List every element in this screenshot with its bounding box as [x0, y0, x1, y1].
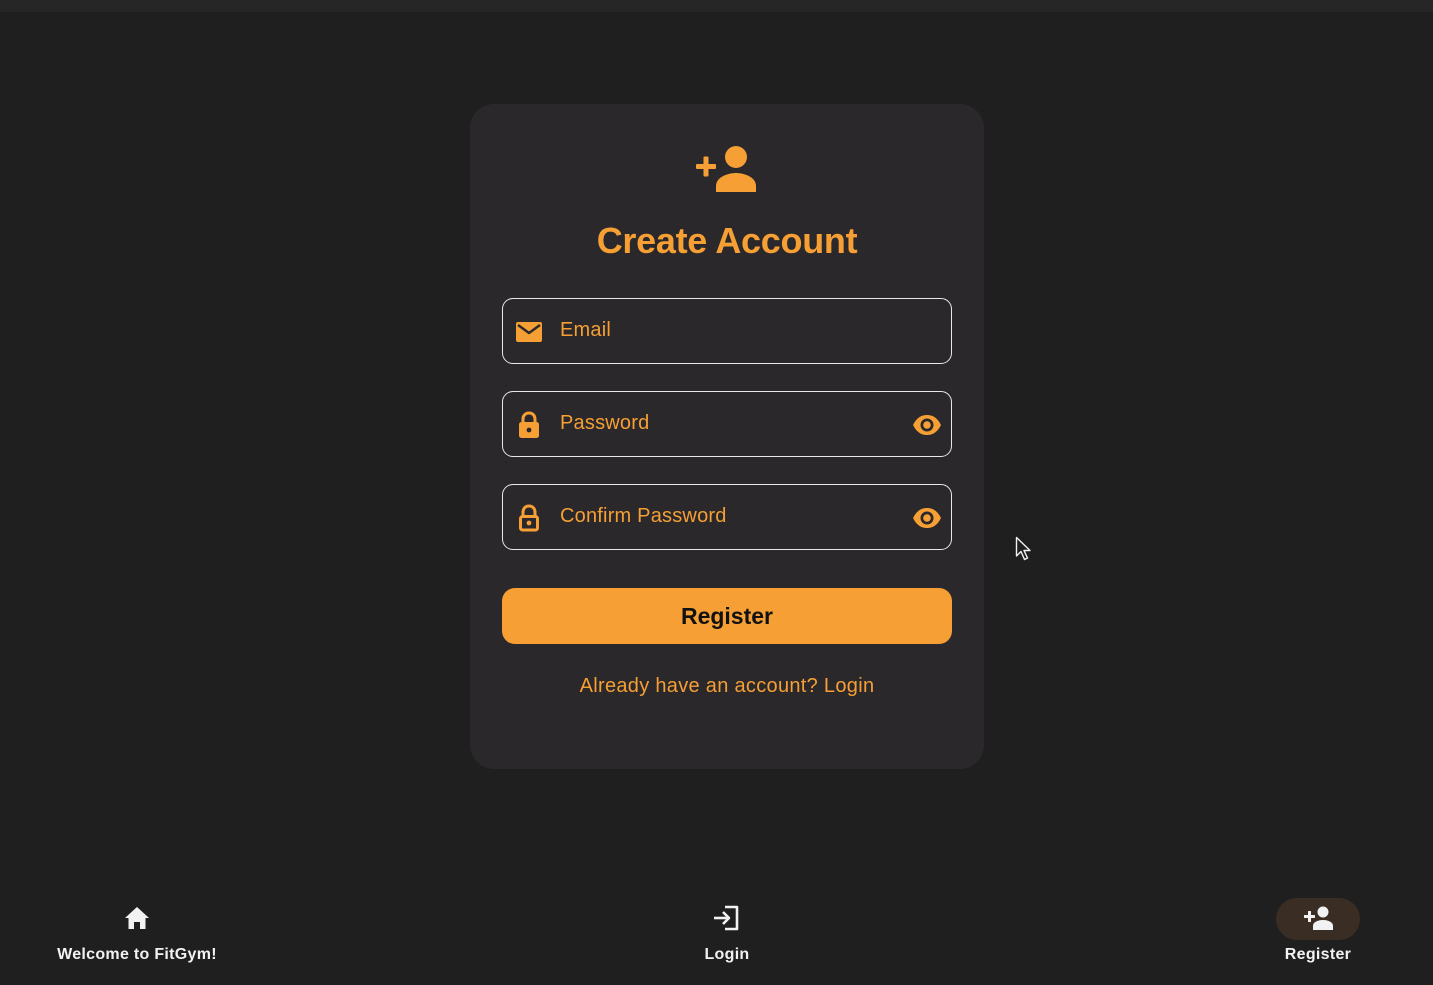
lock-outline-icon	[519, 504, 539, 532]
register-button[interactable]: Register	[502, 588, 952, 644]
email-field[interactable]: Email	[502, 298, 952, 364]
lock-icon	[519, 411, 539, 438]
eye-icon[interactable]	[911, 409, 943, 441]
password-field[interactable]: Password	[502, 391, 952, 457]
login-link[interactable]: Already have an account? Login	[470, 675, 984, 698]
nav-label: Register	[1284, 946, 1352, 963]
email-placeholder: Email	[560, 319, 612, 341]
window-top-bar	[0, 0, 1433, 12]
password-placeholder: Password	[560, 412, 650, 434]
nav-item-login[interactable]: Login	[627, 880, 827, 980]
person-add-icon	[1304, 906, 1333, 930]
login-icon	[714, 905, 739, 931]
person-add-icon	[696, 146, 756, 192]
nav-item-home[interactable]: Welcome to FitGym!	[37, 880, 237, 980]
home-icon	[125, 907, 149, 929]
confirm-password-field[interactable]: Confirm Password	[502, 484, 952, 550]
nav-label: Welcome to FitGym!	[57, 946, 217, 963]
confirm-password-placeholder: Confirm Password	[560, 505, 727, 527]
nav-item-register[interactable]: Register	[1218, 880, 1418, 980]
eye-icon[interactable]	[911, 502, 943, 534]
nav-label: Login	[704, 946, 750, 963]
mail-icon	[516, 322, 542, 342]
register-card: Create Account Email Password Confirm Pa…	[470, 104, 984, 769]
mouse-cursor-icon	[1015, 536, 1031, 561]
page-title: Create Account	[596, 220, 858, 261]
bottom-navigation: Welcome to FitGym! Login Register	[0, 880, 1433, 985]
